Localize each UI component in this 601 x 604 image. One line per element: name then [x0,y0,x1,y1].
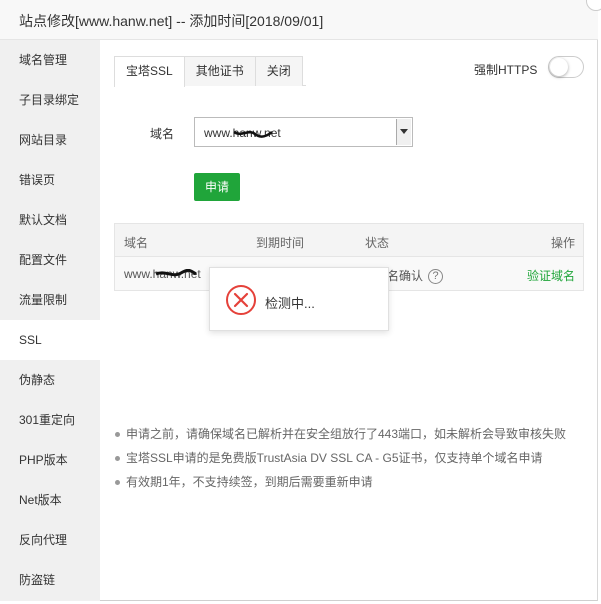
error-icon [226,285,256,315]
sidebar-item-php-version[interactable]: PHP版本 [0,440,100,480]
tab-other-cert[interactable]: 其他证书 [183,56,256,86]
sidebar-item-domain[interactable]: 域名管理 [0,40,100,80]
force-https-toggle[interactable] [548,56,584,78]
ssl-tabs: 宝塔SSL 其他证书 关闭 [114,56,306,87]
sidebar-item-net-version[interactable]: Net版本 [0,480,100,520]
sidebar: 域名管理 子目录绑定 网站目录 错误页 默认文档 配置文件 流量限制 SSL 伪… [0,40,100,601]
sidebar-item-subdir-bind[interactable]: 子目录绑定 [0,80,100,120]
ssl-notes: 申请之前，请确保域名已解析并在安全组放行了443端口，如未解析会导致审核失败 宝… [114,427,584,499]
column-header-action: 操作 [550,236,575,250]
sidebar-item-traffic-limit[interactable]: 流量限制 [0,280,100,320]
sidebar-item-reverse-proxy[interactable]: 反向代理 [0,520,100,560]
verify-domain-link[interactable]: 验证域名 [527,267,575,284]
checking-popup: 检测中... [209,267,389,331]
sidebar-item-error-page[interactable]: 错误页 [0,160,100,200]
sidebar-item-config-file[interactable]: 配置文件 [0,240,100,280]
tab-bt-ssl[interactable]: 宝塔SSL [114,56,185,87]
domain-select[interactable]: www.hanw.net [194,117,413,147]
sidebar-item-default-doc[interactable]: 默认文档 [0,200,100,240]
domain-select-value: www.hanw.net [204,126,281,140]
force-https-label: 强制HTTPS [474,63,538,77]
column-header-status: 状态 [365,236,390,250]
dialog-titlebar: 站点修改[www.hanw.net] -- 添加时间[2018/09/01] [0,0,601,40]
column-header-domain: 域名 [124,236,149,250]
ssl-panel: 宝塔SSL 其他证书 关闭 强制HTTPS 域名 www.hanw.net 申请… [100,40,598,601]
site-edit-dialog: 站点修改[www.hanw.net] -- 添加时间[2018/09/01] 域… [0,0,601,601]
sidebar-item-hotlink[interactable]: 防盗链 [0,560,100,600]
help-icon[interactable]: ? [428,269,444,285]
popup-message: 检测中... [265,296,315,311]
sidebar-item-301-redirect[interactable]: 301重定向 [0,400,100,440]
dialog-title: 站点修改[www.hanw.net] -- 添加时间[2018/09/01] [19,13,324,29]
row-domain: www.hanw.net [124,267,201,281]
list-item: 有效期1年，不支持续签，到期后需要重新申请 [114,475,584,499]
row-status-text: 名确认 [387,269,424,283]
row-status: 名确认? [387,267,444,285]
close-button[interactable] [586,0,601,11]
toggle-knob [550,58,568,76]
table-header: 域名 到期时间 状态 操作 [115,224,583,257]
sidebar-item-rewrite[interactable]: 伪静态 [0,360,100,400]
sidebar-item-site-dir[interactable]: 网站目录 [0,120,100,160]
column-header-expiry: 到期时间 [256,236,305,250]
chevron-down-icon[interactable] [396,119,411,145]
domain-label: 域名 [150,127,175,141]
list-item: 宝塔SSL申请的是免费版TrustAsia DV SSL CA - G5证书，仅… [114,451,584,475]
tab-close-ssl[interactable]: 关闭 [254,56,303,86]
sidebar-item-ssl[interactable]: SSL [0,320,100,360]
apply-button[interactable]: 申请 [194,173,240,201]
list-item: 申请之前，请确保域名已解析并在安全组放行了443端口，如未解析会导致审核失败 [114,427,584,451]
